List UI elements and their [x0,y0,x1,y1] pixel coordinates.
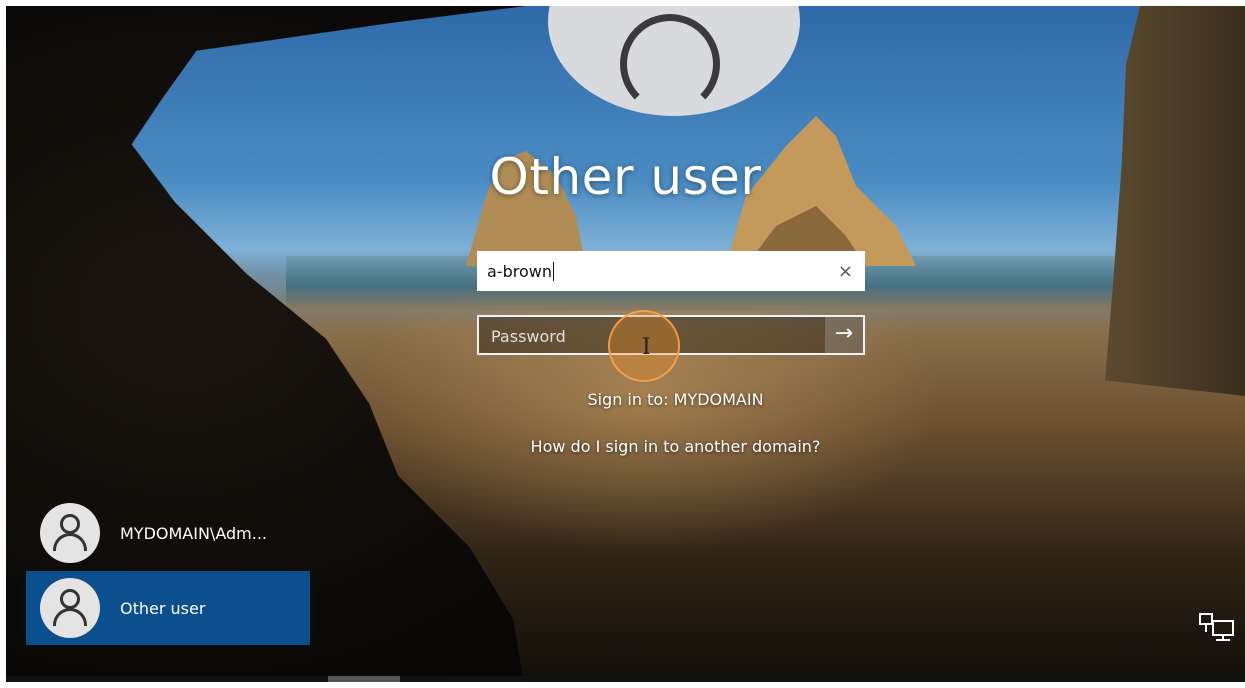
other-domain-link[interactable]: How do I sign in to another domain? [6,437,1245,456]
avatar-head-shape [620,14,720,114]
user-list-item-other-user[interactable]: Other user [26,571,310,645]
network-icon[interactable] [1199,612,1235,642]
user-name: Other user [120,598,206,618]
submit-button[interactable]: → [825,317,863,353]
user-avatar-icon [40,578,100,638]
clear-icon[interactable]: × [838,261,853,282]
user-avatar-icon [548,6,800,116]
password-placeholder: Password [491,327,566,346]
arrow-right-icon: → [834,321,854,346]
username-value: a-brown [487,262,554,281]
user-name: MYDOMAIN\Adm... [120,523,267,543]
bottom-strip [6,676,1245,682]
bottom-tab [328,676,400,682]
username-field[interactable]: a-brown × [477,251,865,291]
user-list-item-admin[interactable]: MYDOMAIN\Adm... [26,496,310,570]
login-title: Other user [489,148,762,206]
user-avatar-icon [40,503,100,563]
sign-in-domain-text: Sign in to: MYDOMAIN [587,390,764,409]
lock-screen: Other user a-brown × Password → I Sign i… [6,6,1245,682]
text-cursor-icon: I [642,335,651,360]
